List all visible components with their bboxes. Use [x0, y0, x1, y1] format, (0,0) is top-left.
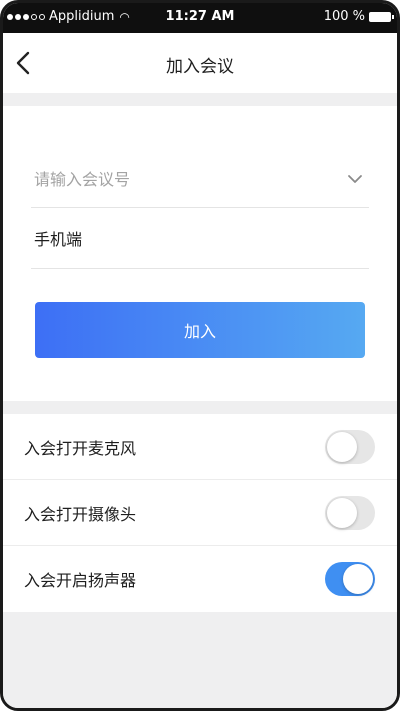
section-divider	[3, 93, 397, 106]
toggle-knob	[327, 497, 357, 528]
meeting-number-input[interactable]	[31, 159, 341, 199]
toggle-knob	[343, 564, 373, 594]
display-name-input[interactable]	[31, 218, 369, 258]
setting-row-speaker: 入会开启扬声器	[3, 546, 397, 612]
speaker-toggle[interactable]	[325, 562, 375, 596]
toggle-knob	[327, 431, 357, 462]
battery-percentage: 100 %	[323, 9, 365, 24]
setting-label-microphone: 入会打开麦克风	[24, 438, 137, 458]
status-right: 100 %	[323, 9, 394, 24]
meeting-number-row	[31, 151, 369, 208]
empty-background	[3, 612, 397, 708]
join-form-card: 加入	[3, 106, 397, 401]
join-settings-list: 入会打开麦克风 入会打开摄像头 入会开启扬声器	[3, 414, 397, 612]
navigation-bar: 加入会议	[3, 33, 397, 93]
camera-toggle[interactable]	[325, 495, 375, 530]
status-bar: Applidium ◠ 11:27 AM 100 %	[3, 3, 397, 33]
join-button[interactable]: 加入	[35, 302, 365, 358]
microphone-toggle[interactable]	[325, 429, 375, 464]
setting-label-camera: 入会打开摄像头	[24, 504, 137, 524]
battery-icon	[369, 11, 394, 22]
phone-frame: Applidium ◠ 11:27 AM 100 % 加入会议 加入 入会打	[0, 0, 400, 711]
setting-label-speaker: 入会开启扬声器	[24, 571, 137, 590]
section-divider	[3, 401, 397, 414]
display-name-row	[31, 208, 369, 269]
setting-row-microphone: 入会打开麦克风	[3, 414, 397, 480]
setting-row-camera: 入会打开摄像头	[3, 480, 397, 546]
chevron-down-icon[interactable]	[341, 165, 369, 193]
page-title: 加入会议	[166, 57, 234, 77]
